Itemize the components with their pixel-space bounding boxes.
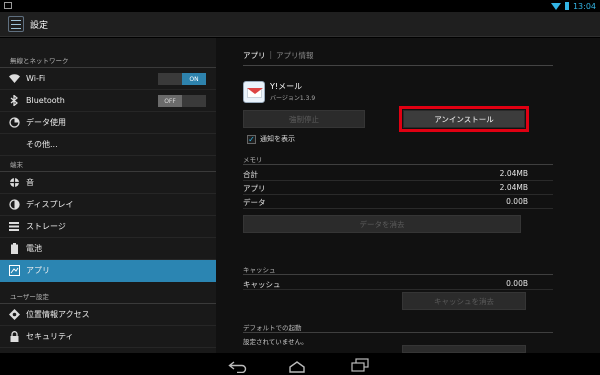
action-bar: 設定 (0, 12, 600, 37)
highlight-box (399, 106, 529, 132)
sidebar-item-security[interactable]: セキュリティ (0, 326, 216, 348)
sidebar-item-label: その他... (26, 140, 58, 149)
clear-defaults-button[interactable] (402, 345, 526, 353)
display-icon (8, 199, 20, 211)
memory-row-data: データ 0.00B (243, 197, 528, 207)
sidebar-item-label: ストレージ (26, 222, 66, 231)
wifi-toggle[interactable]: ON (158, 73, 206, 85)
settings-sidebar: 無線とネットワーク Wi-Fi ON Bluetooth OFF データ使用 そ… (0, 38, 216, 353)
bluetooth-toggle[interactable]: OFF (158, 95, 206, 107)
storage-icon (8, 221, 20, 233)
show-notifications-row[interactable]: ✓ 通知を表示 (247, 134, 295, 144)
ymail-app-icon (243, 81, 265, 103)
sidebar-item-storage[interactable]: ストレージ (0, 216, 216, 238)
divider (243, 274, 553, 275)
clear-cache-button[interactable]: キャッシュを消去 (402, 292, 526, 310)
location-icon (8, 309, 20, 321)
wifi-icon (8, 73, 20, 85)
sidebar-item-label: アプリ (26, 266, 50, 275)
memory-row-app: アプリ 2.04MB (243, 183, 528, 193)
breadcrumb: アプリ | アプリ情報 (243, 50, 314, 61)
sidebar-item-sound[interactable]: 音 (0, 172, 216, 194)
sidebar-item-battery[interactable]: 電池 (0, 238, 216, 260)
sidebar-item-data-usage[interactable]: データ使用 (0, 112, 216, 134)
checkbox-checked-icon[interactable]: ✓ (247, 134, 256, 144)
sidebar-item-label: 電池 (26, 244, 42, 253)
apps-icon (8, 265, 20, 277)
section-header-device: 端末 (0, 158, 216, 172)
section-header-personal: ユーザー設定 (0, 290, 216, 304)
sidebar-item-label: 音 (26, 178, 34, 187)
divider (243, 332, 553, 333)
screenshot-notification-icon (4, 2, 12, 9)
status-bar: 13:04 (0, 0, 600, 12)
memory-row-total: 合計 2.04MB (243, 169, 528, 179)
navigation-bar (0, 353, 600, 375)
divider (243, 65, 553, 66)
breadcrumb-apps[interactable]: アプリ (243, 50, 266, 61)
sidebar-item-bluetooth[interactable]: Bluetooth OFF (0, 90, 216, 112)
bluetooth-icon (8, 95, 20, 107)
app-version: バージョン1.3.9 (270, 95, 316, 102)
sidebar-item-label: Bluetooth (26, 96, 65, 105)
sidebar-item-label: Wi-Fi (26, 74, 46, 83)
sidebar-item-apps[interactable]: アプリ (0, 260, 216, 282)
page-title: 設定 (30, 20, 49, 31)
sidebar-item-label: セキュリティ (26, 332, 74, 341)
defaults-status-text: 設定されていません。 (243, 338, 308, 346)
app-name: Y!メール (270, 82, 303, 91)
defaults-section-header: デフォルトでの起動 (243, 324, 302, 332)
sidebar-item-label: ディスプレイ (26, 200, 74, 209)
clock: 13:04 (572, 1, 596, 11)
breadcrumb-app-info: アプリ情報 (276, 51, 314, 60)
cache-section-header: キャッシュ (243, 266, 276, 274)
sidebar-item-more[interactable]: その他... (0, 134, 216, 156)
sound-icon (8, 177, 20, 189)
battery-icon (8, 243, 20, 255)
divider (243, 164, 553, 165)
back-icon[interactable] (228, 358, 248, 374)
settings-app-icon[interactable] (8, 16, 24, 32)
sidebar-item-label: 位置情報アクセス (26, 310, 90, 319)
data-usage-icon (8, 117, 20, 129)
sidebar-item-wifi[interactable]: Wi-Fi ON (0, 68, 216, 90)
recent-apps-icon[interactable] (350, 357, 370, 372)
sidebar-item-display[interactable]: ディスプレイ (0, 194, 216, 216)
memory-section-header: メモリ (243, 156, 263, 164)
home-icon[interactable] (287, 358, 307, 373)
app-info-panel: アプリ | アプリ情報 Y!メール バージョン1.3.9 強制停止 アンインスト… (216, 38, 600, 353)
status-right: 13:04 (550, 0, 596, 12)
force-stop-button[interactable]: 強制停止 (243, 110, 365, 128)
lock-icon (8, 331, 20, 343)
wifi-signal-icon (550, 2, 561, 10)
sidebar-item-location[interactable]: 位置情報アクセス (0, 304, 216, 326)
show-notifications-label: 通知を表示 (260, 135, 295, 143)
clear-data-button[interactable]: データを消去 (243, 215, 521, 233)
battery-status-icon (564, 2, 569, 10)
sidebar-item-label: データ使用 (26, 118, 66, 127)
section-header-wireless: 無線とネットワーク (0, 54, 216, 68)
